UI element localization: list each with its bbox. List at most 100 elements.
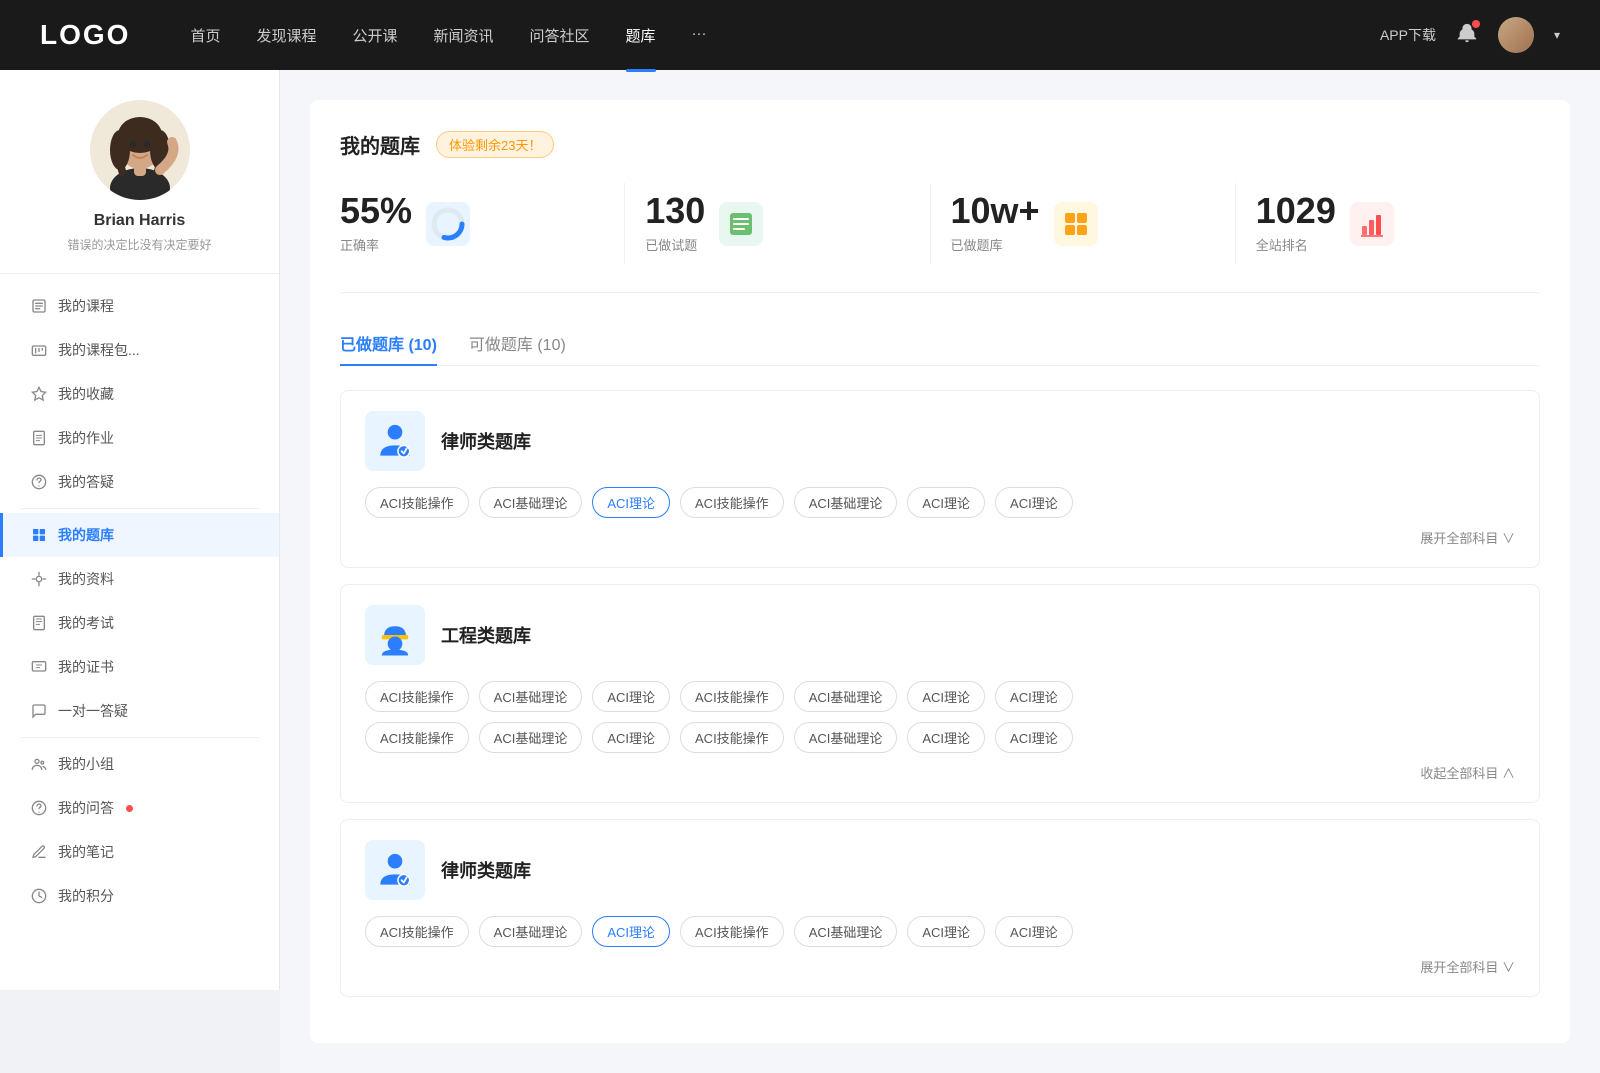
- tags-row-1: ACI技能操作 ACI基础理论 ACI理论 ACI技能操作 ACI基础理论 AC…: [365, 487, 1515, 518]
- stat-rank-value: 1029: [1256, 193, 1336, 229]
- tag-2-12[interactable]: ACI基础理论: [794, 722, 898, 753]
- menu-course-package[interactable]: 我的课程包...: [0, 328, 279, 372]
- tag-3-7[interactable]: ACI理论: [995, 916, 1073, 947]
- stat-done-label: 已做试题: [645, 235, 705, 254]
- menu-label: 我的笔记: [58, 842, 114, 862]
- menu-label: 我的作业: [58, 428, 114, 448]
- tag-2-4[interactable]: ACI技能操作: [680, 681, 784, 712]
- tag-2-13[interactable]: ACI理论: [907, 722, 985, 753]
- profile-name: Brian Harris: [94, 212, 186, 230]
- tag-1-2[interactable]: ACI基础理论: [479, 487, 583, 518]
- tag-3-4[interactable]: ACI技能操作: [680, 916, 784, 947]
- tag-2-1[interactable]: ACI技能操作: [365, 681, 469, 712]
- question-icon: [30, 799, 48, 817]
- menu-question-bank[interactable]: 我的题库: [0, 513, 279, 557]
- tab-available[interactable]: 可做题库 (10): [469, 321, 566, 365]
- stat-accuracy: 55% 正确率: [340, 183, 625, 264]
- tag-2-9[interactable]: ACI基础理论: [479, 722, 583, 753]
- menu-favorites[interactable]: 我的收藏: [0, 372, 279, 416]
- tag-1-6[interactable]: ACI理论: [907, 487, 985, 518]
- nav-home[interactable]: 首页: [190, 21, 220, 50]
- nav-qa[interactable]: 问答社区: [530, 21, 590, 50]
- tabs: 已做题库 (10) 可做题库 (10): [340, 321, 1540, 366]
- bank-title-1: 律师类题库: [441, 428, 531, 454]
- menu-label: 我的考试: [58, 613, 114, 633]
- tag-2-10[interactable]: ACI理论: [592, 722, 670, 753]
- lawyer-icon: [373, 419, 417, 463]
- expand-link-1[interactable]: 展开全部科目 ∨: [365, 528, 1515, 547]
- chat-icon: [30, 702, 48, 720]
- bell-button[interactable]: [1456, 22, 1478, 49]
- app-download[interactable]: APP下载: [1380, 25, 1436, 45]
- tag-2-8[interactable]: ACI技能操作: [365, 722, 469, 753]
- expand-link-2[interactable]: 收起全部科目 ∧: [365, 763, 1515, 782]
- tag-3-2[interactable]: ACI基础理论: [479, 916, 583, 947]
- tag-2-11[interactable]: ACI技能操作: [680, 722, 784, 753]
- stat-rank-values: 1029 全站排名: [1256, 193, 1336, 254]
- tag-1-3[interactable]: ACI理论: [592, 487, 670, 518]
- tag-3-6[interactable]: ACI理论: [907, 916, 985, 947]
- menu-qna[interactable]: 我的答疑: [0, 460, 279, 504]
- menu-notes[interactable]: 我的笔记: [0, 830, 279, 874]
- profile-motto: 错误的决定比没有决定要好: [67, 236, 211, 253]
- expand-link-3[interactable]: 展开全部科目 ∨: [365, 957, 1515, 976]
- profile-section: Brian Harris 错误的决定比没有决定要好: [0, 100, 279, 274]
- user-avatar[interactable]: [1498, 17, 1534, 53]
- tag-1-5[interactable]: ACI基础理论: [794, 487, 898, 518]
- menu-1on1[interactable]: 一对一答疑: [0, 689, 279, 733]
- package-icon: [30, 341, 48, 359]
- tag-2-6[interactable]: ACI理论: [907, 681, 985, 712]
- done-questions-icon: [719, 202, 763, 246]
- tag-2-7[interactable]: ACI理论: [995, 681, 1073, 712]
- tag-2-5[interactable]: ACI基础理论: [794, 681, 898, 712]
- notes-icon: [30, 843, 48, 861]
- menu-homework[interactable]: 我的作业: [0, 416, 279, 460]
- points-icon: [30, 887, 48, 905]
- nav-news[interactable]: 新闻资讯: [434, 21, 494, 50]
- bank-card-lawyer-2: 律师类题库 ACI技能操作 ACI基础理论 ACI理论 ACI技能操作 ACI基…: [340, 819, 1540, 997]
- nav-more[interactable]: ···: [692, 21, 707, 50]
- tag-1-1[interactable]: ACI技能操作: [365, 487, 469, 518]
- qna-icon: [30, 473, 48, 491]
- layout: Brian Harris 错误的决定比没有决定要好 我的课程 我的课程包...: [0, 70, 1600, 1073]
- profile-avatar-svg: [90, 100, 190, 200]
- menu-label: 我的课程: [58, 296, 114, 316]
- menu-exam[interactable]: 我的考试: [0, 601, 279, 645]
- menu-label: 我的积分: [58, 886, 114, 906]
- menu-my-questions[interactable]: 我的问答: [0, 786, 279, 830]
- tag-2-14[interactable]: ACI理论: [995, 722, 1073, 753]
- tag-1-7[interactable]: ACI理论: [995, 487, 1073, 518]
- menu-group[interactable]: 我的小组: [0, 742, 279, 786]
- nav-bank[interactable]: 题库: [626, 21, 656, 50]
- tab-done[interactable]: 已做题库 (10): [340, 321, 437, 365]
- menu-my-data[interactable]: 我的资料: [0, 557, 279, 601]
- menu-label: 我的问答: [58, 798, 114, 818]
- menu-my-courses[interactable]: 我的课程: [0, 284, 279, 328]
- user-dropdown-arrow[interactable]: ▾: [1554, 28, 1560, 42]
- tag-3-3[interactable]: ACI理论: [592, 916, 670, 947]
- stat-accuracy-label: 正确率: [340, 235, 412, 254]
- menu-label: 我的收藏: [58, 384, 114, 404]
- tag-1-4[interactable]: ACI技能操作: [680, 487, 784, 518]
- nav-open[interactable]: 公开课: [352, 21, 397, 50]
- tags-row-3: ACI技能操作 ACI基础理论 ACI理论 ACI技能操作 ACI基础理论 AC…: [365, 916, 1515, 947]
- grid-icon: [1062, 210, 1090, 238]
- stat-rank: 1029 全站排名: [1236, 183, 1540, 264]
- stat-rank-label: 全站排名: [1256, 235, 1336, 254]
- menu-points[interactable]: 我的积分: [0, 874, 279, 918]
- nav-discover[interactable]: 发现课程: [256, 21, 316, 50]
- menu-certificate[interactable]: 我的证书: [0, 645, 279, 689]
- stats-row: 55% 正确率 130 已做试题: [340, 183, 1540, 293]
- bar-chart-icon: [1358, 210, 1386, 238]
- avatar-image: [1498, 17, 1534, 53]
- tag-2-3[interactable]: ACI理论: [592, 681, 670, 712]
- bank-title-3: 律师类题库: [441, 857, 531, 883]
- logo[interactable]: LOGO: [40, 19, 130, 51]
- bank-title-2: 工程类题库: [441, 622, 531, 648]
- divider2: [20, 737, 259, 738]
- navbar: LOGO 首页 发现课程 公开课 新闻资讯 问答社区 题库 ··· APP下载 …: [0, 0, 1600, 70]
- tag-3-5[interactable]: ACI基础理论: [794, 916, 898, 947]
- tag-2-2[interactable]: ACI基础理论: [479, 681, 583, 712]
- tag-3-1[interactable]: ACI技能操作: [365, 916, 469, 947]
- stat-done-value: 130: [645, 193, 705, 229]
